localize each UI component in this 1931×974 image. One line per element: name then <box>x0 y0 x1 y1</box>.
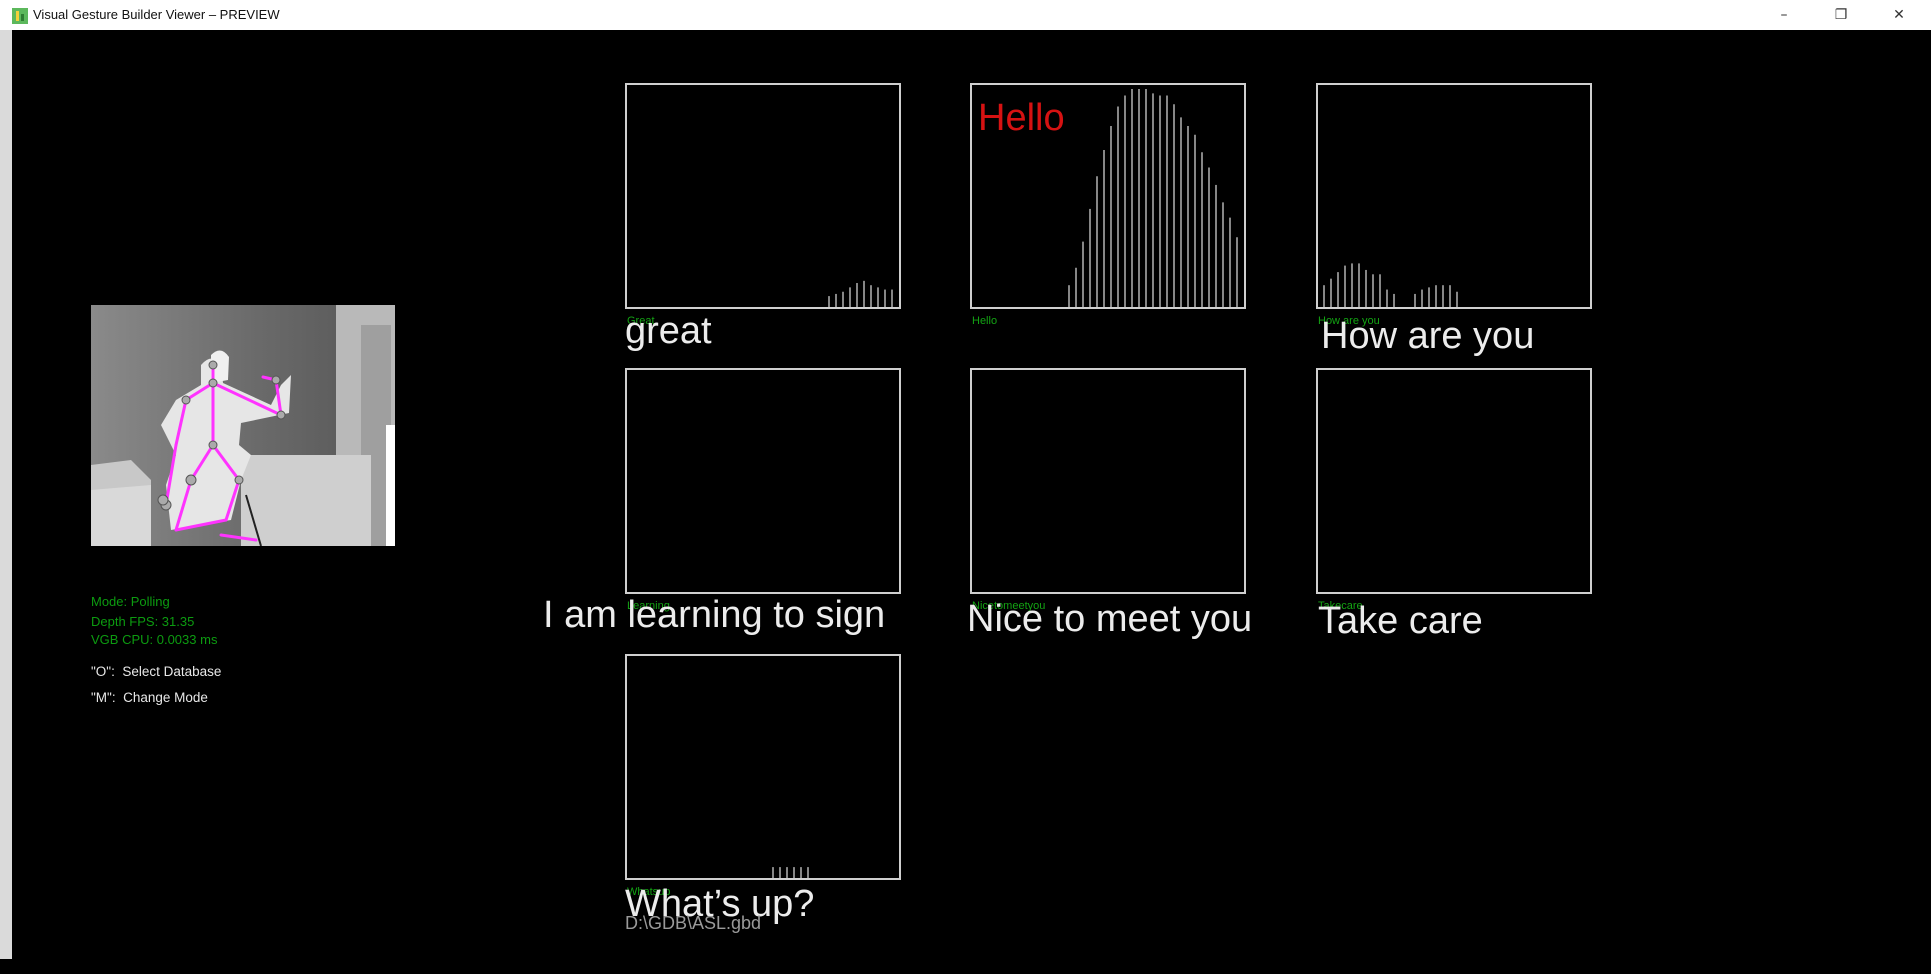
detected-gesture-hello: Hello <box>978 97 1065 139</box>
caption-take-care: Take care <box>1318 600 1483 642</box>
title-bar: Visual Gesture Builder Viewer – PREVIEW … <box>0 0 1931 30</box>
window-left-edge <box>0 30 12 959</box>
confidence-chart-nice-to-meet-you <box>972 370 1246 594</box>
gesture-label-nice-to-meet-you: Nicetomeetyou <box>972 600 1046 612</box>
gesture-panel-whats-up <box>625 654 901 880</box>
vgb-cpu-status: VGB CPU: 0.0033 ms <box>91 632 218 647</box>
database-path: D:\GDB\ASL.gbd <box>625 913 762 933</box>
confidence-chart-whats-up <box>772 867 809 878</box>
gesture-label-take-care: Takecare <box>1318 600 1363 612</box>
gesture-panel-hello: Hello <box>970 83 1246 309</box>
confidence-chart-learning <box>627 370 901 594</box>
gesture-panel-learning <box>625 368 901 594</box>
confidence-chart-take-care <box>1318 370 1592 594</box>
minimize-icon: – <box>1780 7 1788 23</box>
restore-icon: ❐ <box>1834 7 1848 23</box>
caption-great: great <box>625 310 712 352</box>
depth-fps-status: Depth FPS: 31.35 <box>91 614 195 629</box>
confidence-chart-great <box>828 280 893 307</box>
depth-camera-view <box>91 305 395 546</box>
caption-learning: I am learning to sign <box>543 594 886 636</box>
caption-how-are-you: How are you <box>1321 315 1535 357</box>
change-mode-hint: "M": Change Mode <box>91 690 208 705</box>
gesture-panel-nice-to-meet-you <box>970 368 1246 594</box>
app-icon <box>12 8 28 24</box>
close-button[interactable]: ✕ <box>1871 0 1927 30</box>
confidence-chart-how-are-you <box>1323 263 1458 307</box>
restore-button[interactable]: ❐ <box>1813 0 1869 30</box>
gesture-panel-great <box>625 83 901 309</box>
minimize-button[interactable]: – <box>1756 0 1812 30</box>
mode-status: Mode: Polling <box>91 594 170 609</box>
gesture-panel-how-are-you <box>1316 83 1592 309</box>
select-database-hint: "O": Select Database <box>91 664 222 679</box>
close-icon: ✕ <box>1893 7 1905 23</box>
gesture-panel-take-care <box>1316 368 1592 594</box>
caption-nice-to-meet-you: Nice to meet you <box>967 598 1253 640</box>
window-title: Visual Gesture Builder Viewer – PREVIEW <box>33 7 280 22</box>
